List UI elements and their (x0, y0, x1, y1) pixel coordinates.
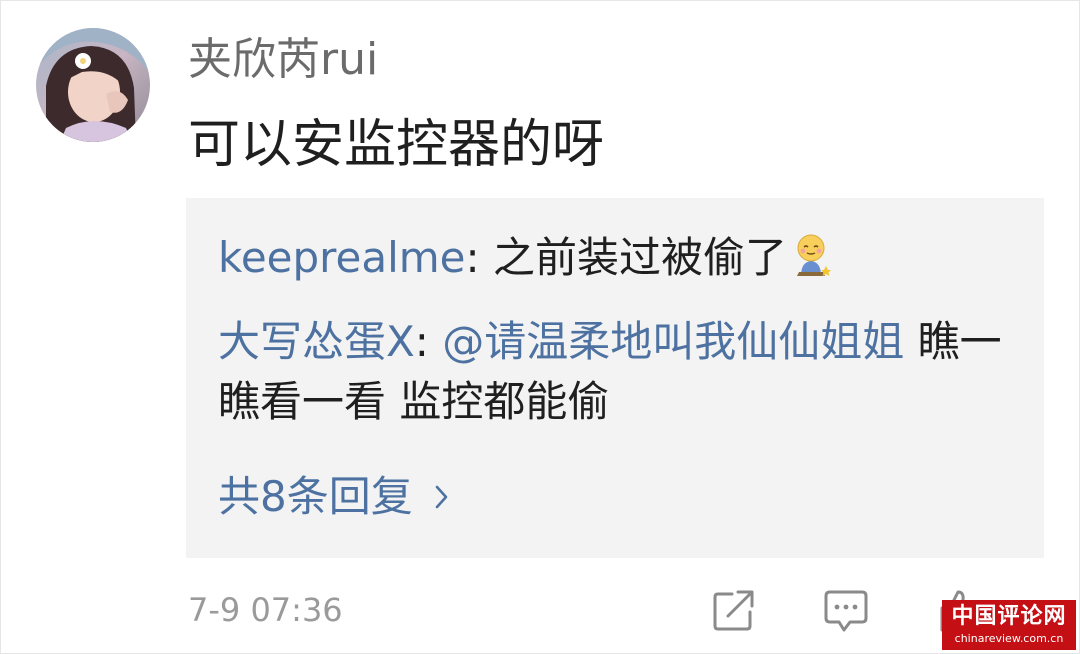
reply-separator: : (414, 317, 443, 366)
reply-author[interactable]: keeprealme (218, 233, 466, 282)
timestamp: 7-9 07:36 (188, 591, 343, 629)
watermark-title: 中国评论网 (951, 603, 1067, 629)
reply-item[interactable]: keeprealme: 之前装过被偷了 (218, 228, 1018, 294)
emoji-icon (793, 234, 832, 294)
avatar[interactable] (36, 28, 150, 142)
reply-author[interactable]: 大写怂蛋X (218, 317, 415, 366)
comment-icon[interactable] (822, 586, 870, 634)
more-replies-label[interactable]: 共8条回复 (218, 472, 413, 521)
reply-item[interactable]: 大写怂蛋X: @请温柔地叫我仙仙姐姐 瞧一瞧看一看 监控都能偷 (218, 312, 1018, 432)
comment-text: 可以安监控器的呀 (188, 115, 605, 175)
share-icon[interactable] (710, 586, 758, 634)
reply-mention[interactable]: @请温柔地叫我仙仙姐姐 (442, 317, 904, 366)
username[interactable]: 夹欣芮rui (188, 30, 378, 90)
reply-separator: : (465, 233, 494, 282)
watermark-logo: 中国评论网 chinareview.com.cn (942, 600, 1076, 650)
reply-text: 之前装过被偷了 (493, 233, 788, 282)
replies-box[interactable]: keeprealme: 之前装过被偷了 大写怂蛋X: @请温柔地叫我仙仙姐姐 瞧… (186, 198, 1044, 558)
watermark-url: chinareview.com.cn (954, 632, 1064, 645)
more-replies-link[interactable]: 共8条回复 (218, 466, 449, 527)
chevron-right-icon (435, 466, 449, 526)
